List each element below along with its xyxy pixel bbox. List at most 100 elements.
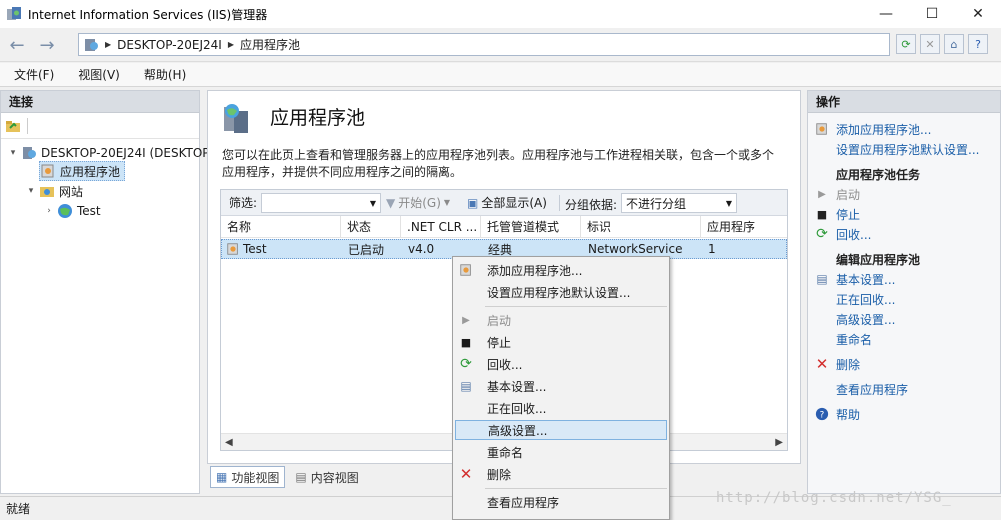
settings-page-icon: ▤ <box>816 272 828 286</box>
action-basic-settings[interactable]: ▤ 基本设置... <box>808 269 895 289</box>
minimize-button[interactable]: — <box>863 0 909 28</box>
close-button[interactable]: ✕ <box>955 0 1001 28</box>
action-label: 删除 <box>836 357 861 372</box>
show-all-button[interactable]: ▣ 全部显示(A) <box>467 194 547 211</box>
ctx-label: 停止 <box>487 335 512 350</box>
maximize-button[interactable]: ☐ <box>909 0 955 28</box>
tab-features-view[interactable]: ▦ 功能视图 <box>210 466 286 488</box>
breadcrumb-app-pools[interactable]: 应用程序池 <box>240 36 300 53</box>
tab-content-view[interactable]: ▤ 内容视图 <box>289 466 364 488</box>
action-label: 添加应用程序池... <box>836 122 932 137</box>
action-help[interactable]: ? 帮助 <box>808 404 860 424</box>
settings-page-icon: ▤ <box>460 379 472 393</box>
ctx-delete[interactable]: ✕ 删除 <box>455 464 667 484</box>
action-label: 正在回收... <box>836 292 896 307</box>
address-toolbar: ← → ▶ DESKTOP-20EJ24I ▶ 应用程序池 ⟳ ✕ ⌂ ? <box>0 28 1001 62</box>
scroll-right-icon[interactable]: ▶ <box>775 437 783 448</box>
title-bar: Internet Information Services (IIS)管理器 —… <box>0 0 1001 28</box>
filter-input[interactable]: ▼ <box>261 193 381 213</box>
forward-arrow-icon[interactable]: → <box>34 34 60 56</box>
address-box[interactable]: ▶ DESKTOP-20EJ24I ▶ 应用程序池 <box>78 33 890 56</box>
stop-square-icon: ■ <box>460 335 472 349</box>
ctx-recycle[interactable]: ⟳ 回收... <box>455 354 667 374</box>
col-pipeline[interactable]: 托管管道模式 <box>481 216 581 237</box>
tree-label: 网站 <box>59 184 84 199</box>
menu-file[interactable]: 文件(F) <box>0 66 64 83</box>
ctx-add-pool[interactable]: 添加应用程序池... <box>455 260 667 280</box>
action-set-defaults[interactable]: 设置应用程序池默认设置... <box>808 139 979 159</box>
window-title: Internet Information Services (IIS)管理器 <box>28 7 268 22</box>
refresh-icon[interactable]: ⟳ <box>896 34 916 54</box>
col-label: 名称 <box>227 220 252 234</box>
collapse-icon[interactable]: ▾ <box>25 186 37 196</box>
help-circle-icon: ? <box>814 406 830 422</box>
cell-status: 已启动 <box>348 242 385 257</box>
connect-icon[interactable] <box>5 118 21 134</box>
col-label: .NET CLR ... <box>407 219 478 234</box>
page-title: 应用程序池 <box>270 107 366 129</box>
action-recycling[interactable]: 正在回收... <box>808 289 895 309</box>
tree-item-app-pools[interactable]: 应用程序池 <box>39 161 126 181</box>
col-apps[interactable]: 应用程序 <box>701 216 787 237</box>
action-delete[interactable]: ✕ 删除 <box>808 354 860 374</box>
action-advanced-settings[interactable]: 高级设置... <box>808 309 895 329</box>
action-add-pool[interactable]: 添加应用程序池... <box>808 119 931 139</box>
action-recycle[interactable]: ⟳ 回收... <box>808 224 871 244</box>
action-label: 查看应用程序 <box>836 382 909 397</box>
col-clr[interactable]: .NET CLR ... <box>401 216 481 237</box>
ctx-stop[interactable]: ■ 停止 <box>455 332 667 352</box>
col-status[interactable]: 状态 <box>341 216 401 237</box>
group-by-select[interactable]: 不进行分组 ▼ <box>621 193 737 213</box>
ctx-set-defaults[interactable]: 设置应用程序池默认设置... <box>455 282 667 302</box>
expand-icon[interactable]: › <box>43 206 55 216</box>
action-label: 基本设置... <box>836 272 896 287</box>
action-view-apps[interactable]: 查看应用程序 <box>808 379 908 399</box>
menu-help[interactable]: 帮助(H) <box>130 66 196 83</box>
action-stop[interactable]: ■ 停止 <box>808 204 860 224</box>
action-label: 停止 <box>836 207 861 222</box>
menu-view[interactable]: 视图(V) <box>64 66 130 83</box>
ctx-recycling[interactable]: 正在回收... <box>455 398 667 418</box>
play-icon: ▶ <box>818 188 826 200</box>
play-icon: ▶ <box>462 314 470 326</box>
server-icon <box>85 38 98 51</box>
dropdown-arrow-icon: ▼ <box>725 198 732 208</box>
ctx-view-apps[interactable]: 查看应用程序 <box>455 492 667 512</box>
app-pool-large-icon <box>224 104 248 133</box>
tree-item-server[interactable]: ▾ DESKTOP-20EJ24I (DESKTOP <box>7 143 210 163</box>
breadcrumb-server[interactable]: DESKTOP-20EJ24I <box>117 38 222 52</box>
cell-name: Test <box>222 240 342 258</box>
tree-item-sites[interactable]: ▾ 网站 <box>25 181 83 201</box>
context-menu: 添加应用程序池... 设置应用程序池默认设置... ▶ 启动 ■ 停止 ⟳ 回收...… <box>452 256 670 520</box>
col-name[interactable]: 名称 ^ <box>221 216 341 237</box>
ctx-start[interactable]: ▶ 启动 <box>455 310 667 330</box>
delete-x-icon: ✕ <box>459 465 473 483</box>
scroll-left-icon[interactable]: ◀ <box>225 437 233 448</box>
ctx-rename[interactable]: 重命名 <box>455 442 667 462</box>
connections-pane: 连接 ▾ DESKTOP-20EJ24I (DESKTOP 应用程序池 ▾ 网站… <box>0 90 210 494</box>
back-arrow-icon[interactable]: ← <box>4 34 30 56</box>
connections-header: 连接 <box>1 91 199 113</box>
start-filter-button[interactable]: ▼ 开始(G) ▼ <box>386 194 450 211</box>
col-label: 应用程序 <box>707 220 756 234</box>
toolbar-divider <box>27 117 28 134</box>
delete-x-icon: ✕ <box>815 355 829 373</box>
action-start[interactable]: ▶ 启动 <box>808 184 860 204</box>
stop-icon[interactable]: ✕ <box>920 34 940 54</box>
col-label: 状态 <box>347 220 372 234</box>
ctx-basic-settings[interactable]: ▤ 基本设置... <box>455 376 667 396</box>
ctx-label: 添加应用程序池... <box>487 263 583 278</box>
svg-text:?: ? <box>820 411 825 421</box>
cell-text: Test <box>243 242 267 256</box>
tree-item-test-site[interactable]: › Test <box>43 201 101 221</box>
breadcrumb-separator-icon: ▶ <box>105 40 112 49</box>
action-rename[interactable]: 重命名 <box>808 329 872 349</box>
ctx-label: 正在回收... <box>487 401 547 416</box>
ctx-advanced-settings[interactable]: 高级设置... <box>455 420 667 440</box>
col-identity[interactable]: 标识 <box>581 216 701 237</box>
menu-bar: 文件(F) 视图(V) 帮助(H) <box>0 63 1001 87</box>
help-icon[interactable]: ? <box>968 34 988 54</box>
tree-label: DESKTOP-20EJ24I (DESKTOP <box>41 146 210 160</box>
collapse-icon[interactable]: ▾ <box>7 148 19 158</box>
home-icon[interactable]: ⌂ <box>944 34 964 54</box>
